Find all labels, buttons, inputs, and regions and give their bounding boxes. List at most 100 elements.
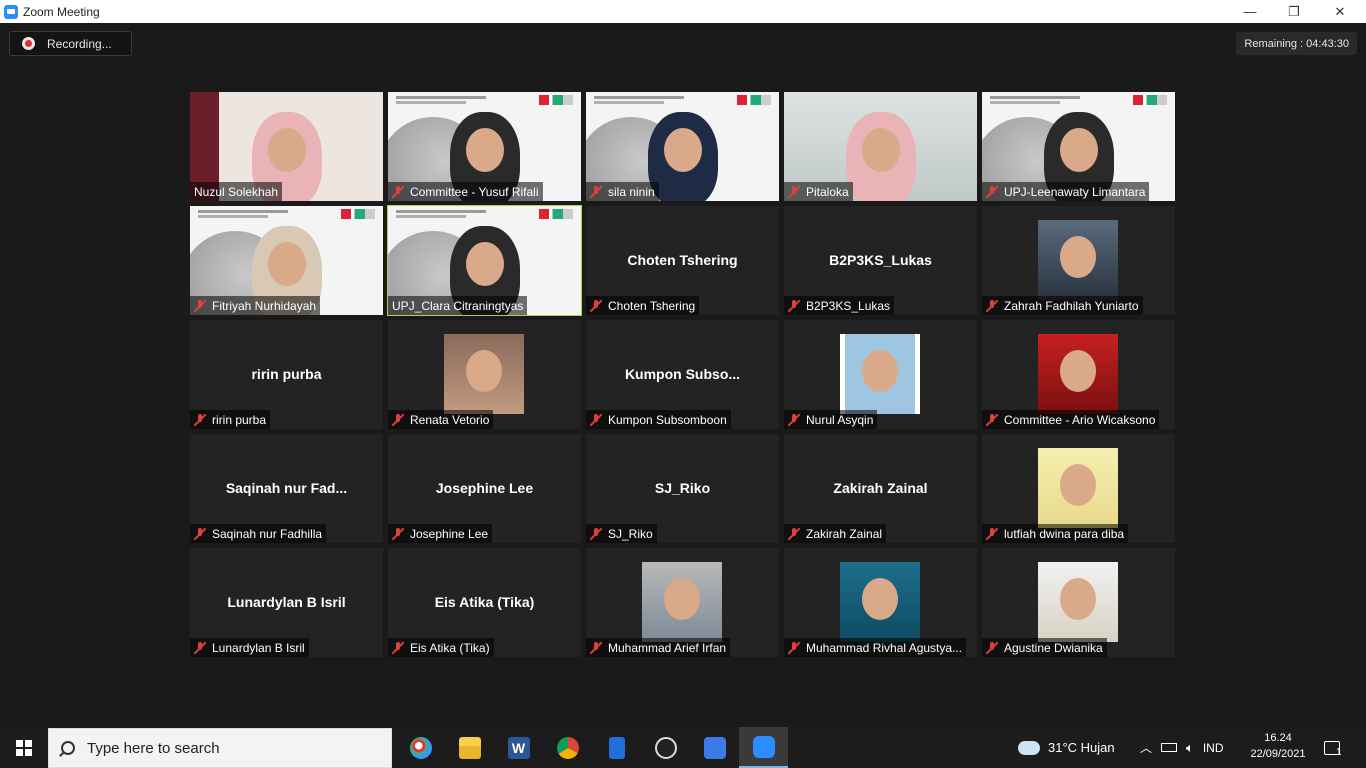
participant-tile[interactable]: Renata Vetorio (388, 320, 581, 429)
profile-picture (1038, 562, 1118, 642)
mic-muted-icon (590, 413, 602, 426)
start-button[interactable] (0, 727, 48, 768)
profile-picture (1038, 448, 1118, 528)
participant-name-label: Committee - Yusuf Rifali (388, 182, 543, 201)
participant-tile[interactable]: SJ_Riko SJ_Riko (586, 434, 779, 543)
clock[interactable]: 16.24 22/09/2021 (1240, 730, 1316, 762)
participant-name-label: lutfiah dwina para diba (982, 524, 1129, 543)
participant-name: Pitaloka (806, 184, 849, 199)
mic-muted-icon (194, 413, 206, 426)
profile-picture (840, 334, 920, 414)
participant-name: B2P3KS_Lukas (806, 298, 891, 313)
language-indicator[interactable]: IND (1203, 741, 1224, 755)
participant-name: Kumpon Subsomboon (608, 412, 727, 427)
participant-tile[interactable]: ririn purba ririn purba (190, 320, 383, 429)
taskbar-file-explorer[interactable] (445, 727, 494, 768)
notification-button[interactable]: 1 (1324, 727, 1342, 768)
taskbar-chrome[interactable] (543, 727, 592, 768)
participant-name: Muhammad Arief Irfan (608, 640, 727, 655)
participant-display-name: Choten Tshering (627, 252, 738, 268)
participant-tile[interactable]: Lunardylan B Isril Lunardylan B Isril (190, 548, 383, 657)
participant-tile[interactable]: Muhammad Arief Irfan (586, 548, 779, 657)
participant-name: lutfiah dwina para diba (1004, 526, 1125, 541)
participant-tile[interactable]: B2P3KS_Lukas B2P3KS_Lukas (784, 206, 977, 315)
mic-muted-icon (194, 299, 206, 312)
clock-time: 16.24 (1264, 732, 1292, 744)
taskbar: Type here to search W 31°C Hujan ︿ 🔈︎ IN… (0, 727, 1366, 768)
participant-tile[interactable]: lutfiah dwina para diba (982, 434, 1175, 543)
participant-tile[interactable]: Zahrah Fadhilah Yuniarto (982, 206, 1175, 315)
mic-muted-icon (392, 641, 404, 654)
participant-tile[interactable]: UPJ_Clara Citraningtyas (387, 205, 582, 316)
mic-muted-icon (392, 413, 404, 426)
gallery-grid: Nuzul Solekhah Committee - Yusuf Rifali si… (190, 92, 1176, 658)
mic-muted-icon (986, 185, 998, 198)
taskbar-word[interactable]: W (494, 727, 543, 768)
remaining-time: Remaining : 04:43:30 (1236, 32, 1357, 55)
mic-muted-icon (788, 413, 800, 426)
participant-tile[interactable]: Agustine Dwianika (982, 548, 1175, 657)
participant-tile[interactable]: Pitaloka (784, 92, 977, 201)
participant-tile[interactable]: Choten Tshering Choten Tshering (586, 206, 779, 315)
participant-tile[interactable]: Nurul Asyqin (784, 320, 977, 429)
search-icon (61, 741, 75, 755)
word-icon: W (507, 736, 530, 759)
participant-tile[interactable]: Nuzul Solekhah (190, 92, 383, 201)
participant-name: Committee - Yusuf Rifali (410, 184, 539, 199)
participant-name: Josephine Lee (410, 526, 489, 541)
participant-tile[interactable]: Zakirah Zainal Zakirah Zainal (784, 434, 977, 543)
participant-tile[interactable]: sila ninin (586, 92, 779, 201)
clock-date: 22/09/2021 (1250, 748, 1306, 760)
participant-name: ririn purba (212, 412, 267, 427)
participant-display-name: Zakirah Zainal (833, 480, 928, 496)
taskbar-vpn[interactable] (690, 727, 739, 768)
taskbar-document-viewer[interactable] (592, 727, 641, 768)
weather-widget[interactable]: 31°C Hujan (1018, 727, 1115, 768)
taskbar-zoom[interactable] (739, 727, 788, 768)
participant-display-name: Lunardylan B Isril (227, 594, 346, 610)
mic-muted-icon (194, 527, 206, 540)
participant-tile[interactable]: Committee - Ario Wicaksono (982, 320, 1175, 429)
participant-name-label: UPJ_Clara Citraningtyas (388, 296, 528, 315)
participant-display-name: ririn purba (251, 366, 322, 382)
restore-button[interactable]: ❐ (1271, 0, 1317, 23)
participant-tile[interactable]: Muhammad Rivhal Agustya... (784, 548, 977, 657)
close-button[interactable]: ✕ (1317, 0, 1363, 23)
participant-tile[interactable]: Fitriyah Nurhidayah (190, 206, 383, 315)
search-placeholder: Type here to search (87, 739, 220, 757)
participant-tile[interactable]: Committee - Yusuf Rifali (388, 92, 581, 201)
participant-name: Lunardylan B Isril (212, 640, 305, 655)
participant-tile[interactable]: Saqinah nur Fad... Saqinah nur Fadhilla (190, 434, 383, 543)
taskbar-search[interactable]: Type here to search (48, 728, 392, 768)
participant-name-label: Nuzul Solekhah (190, 182, 283, 201)
mic-muted-icon (590, 527, 602, 540)
recording-indicator[interactable]: Recording... (9, 31, 132, 56)
participant-tile[interactable]: UPJ-Leenawaty Limantara (982, 92, 1175, 201)
participant-tile[interactable]: Josephine Lee Josephine Lee (388, 434, 581, 543)
participant-name-label: B2P3KS_Lukas (784, 296, 895, 315)
taskbar-obs[interactable] (641, 727, 690, 768)
participant-name: Agustine Dwianika (1004, 640, 1103, 655)
participant-display-name: Kumpon Subso... (624, 366, 741, 382)
participant-name-label: Josephine Lee (388, 524, 493, 543)
mic-muted-icon (590, 299, 602, 312)
cloud-rain-icon (1018, 740, 1040, 755)
participant-tile[interactable]: Eis Atika (Tika) Eis Atika (Tika) (388, 548, 581, 657)
taskbar-paint[interactable] (396, 727, 445, 768)
chevron-up-icon[interactable]: ︿ (1140, 739, 1152, 756)
participant-name-label: Committee - Ario Wicaksono (982, 410, 1160, 429)
mic-muted-icon (986, 641, 998, 654)
participant-name: Nuzul Solekhah (194, 184, 279, 199)
mic-muted-icon (590, 641, 602, 654)
battery-icon[interactable] (1161, 743, 1178, 752)
participant-name-label: sila ninin (586, 182, 659, 201)
minimize-button[interactable]: — (1227, 0, 1273, 23)
participant-tile[interactable]: Kumpon Subso... Kumpon Subsomboon (586, 320, 779, 429)
profile-picture (642, 562, 722, 642)
volume-icon[interactable]: 🔈︎ (1186, 740, 1194, 756)
mic-muted-icon (392, 527, 404, 540)
participant-name-label: ririn purba (190, 410, 271, 429)
meeting-stage: Recording... Remaining : 04:43:30 Nuzul … (0, 23, 1366, 727)
participant-display-name: Saqinah nur Fad... (225, 480, 348, 496)
paint-icon (409, 736, 432, 759)
